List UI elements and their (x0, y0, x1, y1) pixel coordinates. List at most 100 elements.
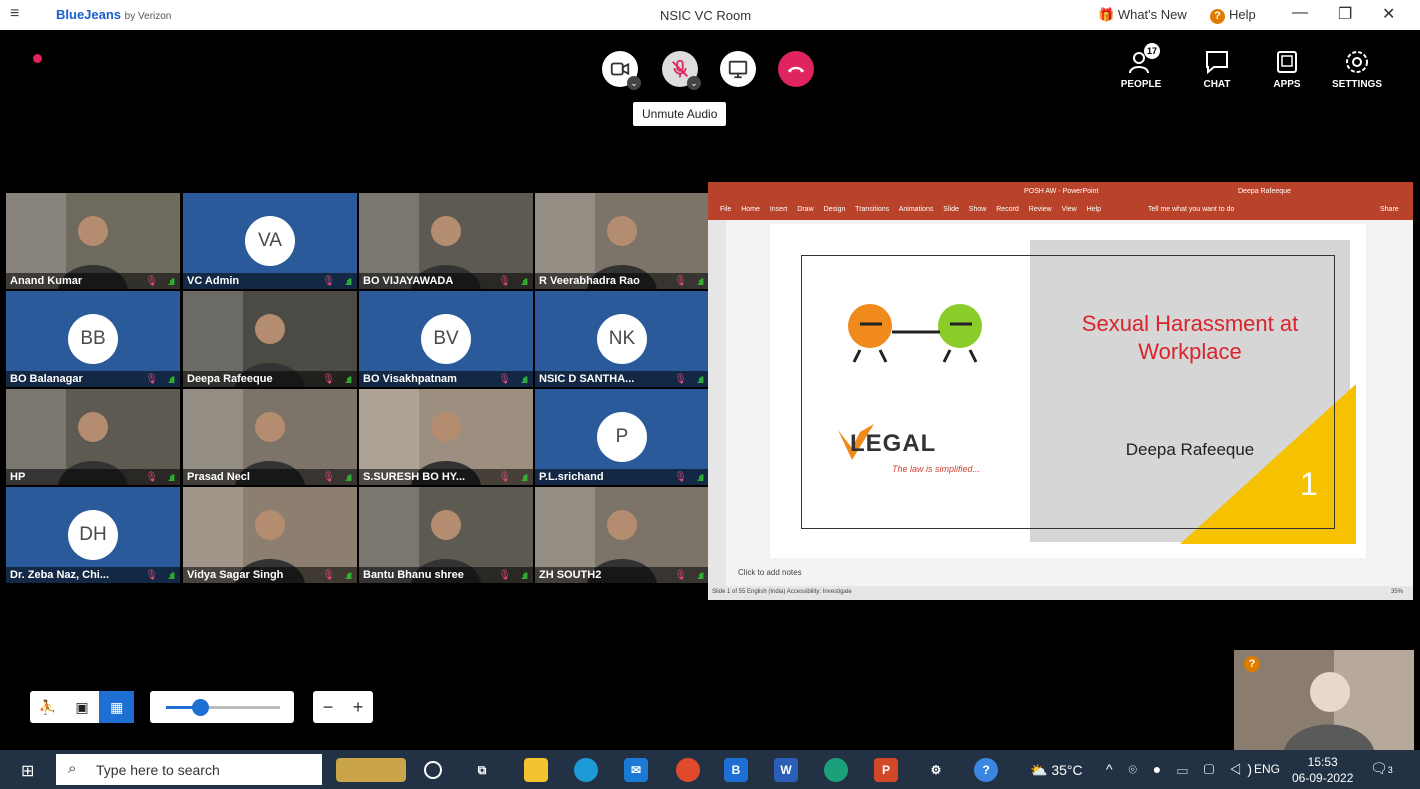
powerpoint-icon[interactable]: P (874, 758, 898, 782)
video-toggle-button[interactable]: ⌄ (602, 51, 641, 90)
settings-button[interactable]: SETTINGS (1322, 49, 1392, 90)
apps-label: APPS (1273, 79, 1301, 90)
signal-strength-icon: .ıll (696, 571, 704, 581)
participant-tile[interactable]: P P.L.srichand 🎙 .ıll (535, 389, 709, 485)
help-button[interactable]: ? Help (1210, 7, 1256, 24)
notification-count: 3 (1387, 765, 1393, 775)
signal-strength-icon: .ıll (520, 571, 528, 581)
apps-button[interactable]: APPS (1252, 49, 1322, 90)
edge-icon[interactable] (574, 758, 598, 782)
zoom-in-button[interactable]: + (343, 697, 373, 718)
minimize-icon[interactable]: — (1292, 4, 1308, 22)
windows-taskbar: ⊞ ⌕ Type here to search ⧉ ✉ B W P ⚙ ? ⛅ … (0, 750, 1420, 789)
task-view-icon[interactable]: ⧉ (470, 758, 494, 782)
participant-tile[interactable]: Vidya Sagar Singh 🎙 .ıll (183, 487, 357, 583)
taskbar-search[interactable]: ⌕ Type here to search (56, 754, 322, 785)
slider-knob[interactable] (192, 699, 210, 716)
people-button[interactable]: 17 PEOPLE (1106, 43, 1176, 90)
bluejeans-icon[interactable]: B (724, 758, 748, 782)
mic-off-icon: 🎙 (498, 276, 511, 287)
mic-off-icon: 🎙 (498, 374, 511, 385)
signal-strength-icon: .ıll (520, 375, 528, 385)
chevron-down-icon[interactable]: ⌄ (627, 76, 641, 90)
participant-tile[interactable]: ZH SOUTH2 🎙 .ıll (535, 487, 709, 583)
participant-tile[interactable]: BO VIJAYAWADA 🎙 .ıll (359, 193, 533, 289)
participant-tile[interactable]: Deepa Rafeeque 🎙 .ıll (183, 291, 357, 387)
participant-tile[interactable]: DH Dr. Zeba Naz, Chi... 🎙 .ıll (6, 487, 180, 583)
mic-off-icon: 🎙 (674, 276, 687, 287)
mute-toggle-button[interactable]: ⌄ (662, 51, 701, 90)
signal-strength-icon: .ıll (167, 375, 175, 385)
help-icon: ? (1210, 9, 1225, 24)
weather-widget[interactable]: ⛅ 35°C (1030, 762, 1083, 779)
system-tray-icons[interactable]: ^ ⌾ ● ▭ ▢ ◁) (1106, 761, 1258, 778)
help-app-icon[interactable]: ? (974, 758, 998, 782)
mic-off-icon: 🎙 (674, 472, 687, 483)
close-icon[interactable]: ✕ (1382, 4, 1395, 24)
mic-off-icon: 🎙 (322, 374, 335, 385)
notification-icon[interactable]: 🗨3 (1370, 760, 1393, 777)
participant-tile[interactable]: NK NSIC D SANTHA... 🎙 .ıll (535, 291, 709, 387)
share-screen-button[interactable] (720, 51, 756, 87)
language-indicator[interactable]: ENG (1254, 762, 1280, 776)
signal-strength-icon: .ıll (344, 375, 352, 385)
ppt-statusbar: Slide 1 of 55 English (India) Accessibil… (708, 586, 1413, 600)
cortana-icon[interactable] (424, 761, 442, 779)
search-highlight-icon[interactable] (336, 758, 406, 782)
signal-strength-icon: .ıll (520, 277, 528, 287)
mic-off-icon: 🎙 (322, 570, 335, 581)
search-placeholder: Type here to search (96, 762, 220, 778)
title-bar: ≡ BlueJeans by Verizon NSIC VC Room 🎁 Wh… (0, 0, 1420, 30)
powerpoint-titlebar: POSH AW - PowerPoint Deepa Rafeeque File… (708, 182, 1413, 220)
cartoon-logo (848, 304, 982, 363)
participant-tile[interactable]: VA VC Admin 🎙 .ıll (183, 193, 357, 289)
signal-strength-icon: .ıll (167, 277, 175, 287)
participant-tile[interactable]: Anand Kumar 🎙 .ıll (6, 193, 180, 289)
participant-tile[interactable]: R Veerabhadra Rao 🎙 .ıll (535, 193, 709, 289)
participant-tile[interactable]: BV BO Visakhpatnam 🎙 .ıll (359, 291, 533, 387)
hamburger-menu-icon[interactable]: ≡ (10, 5, 19, 23)
ppt-tell-me: Tell me what you want to do (1148, 206, 1235, 213)
settings-gear-icon[interactable]: ⚙ (924, 758, 948, 782)
participant-tile[interactable]: S.SURESH BO HY... 🎙 .ıll (359, 389, 533, 485)
mail-icon[interactable]: ✉ (624, 758, 648, 782)
windows-start-icon[interactable]: ⊞ (21, 761, 34, 781)
word-icon[interactable]: W (774, 758, 798, 782)
participant-tile[interactable]: Bantu Bhanu shree 🎙 .ıll (359, 487, 533, 583)
self-view-video[interactable]: ? (1234, 650, 1414, 750)
zoom-out-button[interactable]: − (313, 697, 343, 718)
file-explorer-icon[interactable] (524, 758, 548, 782)
ppt-user: Deepa Rafeeque (1238, 188, 1291, 195)
people-icon: 17 (1128, 43, 1160, 75)
whats-new-button[interactable]: 🎁 What's New (1098, 7, 1187, 23)
mic-off-icon: 🎙 (674, 374, 687, 385)
layout-switcher: ⛹ ▣ ▦ (30, 691, 135, 723)
ppt-thumbnail-pane (708, 220, 726, 586)
chat-button[interactable]: CHAT (1182, 49, 1252, 90)
participant-tile[interactable]: Prasad Necl 🎙 .ıll (183, 389, 357, 485)
weather-temp: 35°C (1051, 762, 1083, 778)
leave-meeting-button[interactable] (778, 51, 814, 87)
app-icon[interactable] (824, 758, 848, 782)
chevron-down-icon[interactable]: ⌄ (687, 76, 701, 90)
self-view-badge: ? (1244, 656, 1260, 672)
tile-size-slider[interactable] (150, 691, 294, 723)
restore-icon[interactable]: ❐ (1338, 4, 1352, 24)
shared-presentation[interactable]: POSH AW - PowerPoint Deepa Rafeeque File… (708, 182, 1413, 600)
participant-avatar: BV (421, 314, 471, 364)
chat-label: CHAT (1203, 79, 1231, 90)
gallery-layout-icon[interactable]: ▦ (99, 691, 135, 723)
speaker-layout-icon[interactable]: ⛹ (30, 691, 65, 723)
taskbar-clock[interactable]: 15:53 06-09-2022 (1292, 754, 1353, 786)
chrome-icon[interactable] (676, 758, 700, 782)
participant-tile[interactable]: HP 🎙 .ıll (6, 389, 180, 485)
participant-tile[interactable]: BB BO Balanagar 🎙 .ıll (6, 291, 180, 387)
slide-number: 1 (1300, 466, 1318, 502)
people-layout-icon[interactable]: ▣ (65, 691, 100, 723)
people-label: PEOPLE (1120, 79, 1162, 90)
signal-strength-icon: .ıll (344, 277, 352, 287)
room-name: NSIC VC Room (660, 8, 752, 23)
ppt-ribbon-tabs: File Home Insert Draw Design Transitions… (720, 206, 1102, 213)
participant-avatar: NK (597, 314, 647, 364)
legal-tagline: The law is simplified... (892, 464, 981, 474)
